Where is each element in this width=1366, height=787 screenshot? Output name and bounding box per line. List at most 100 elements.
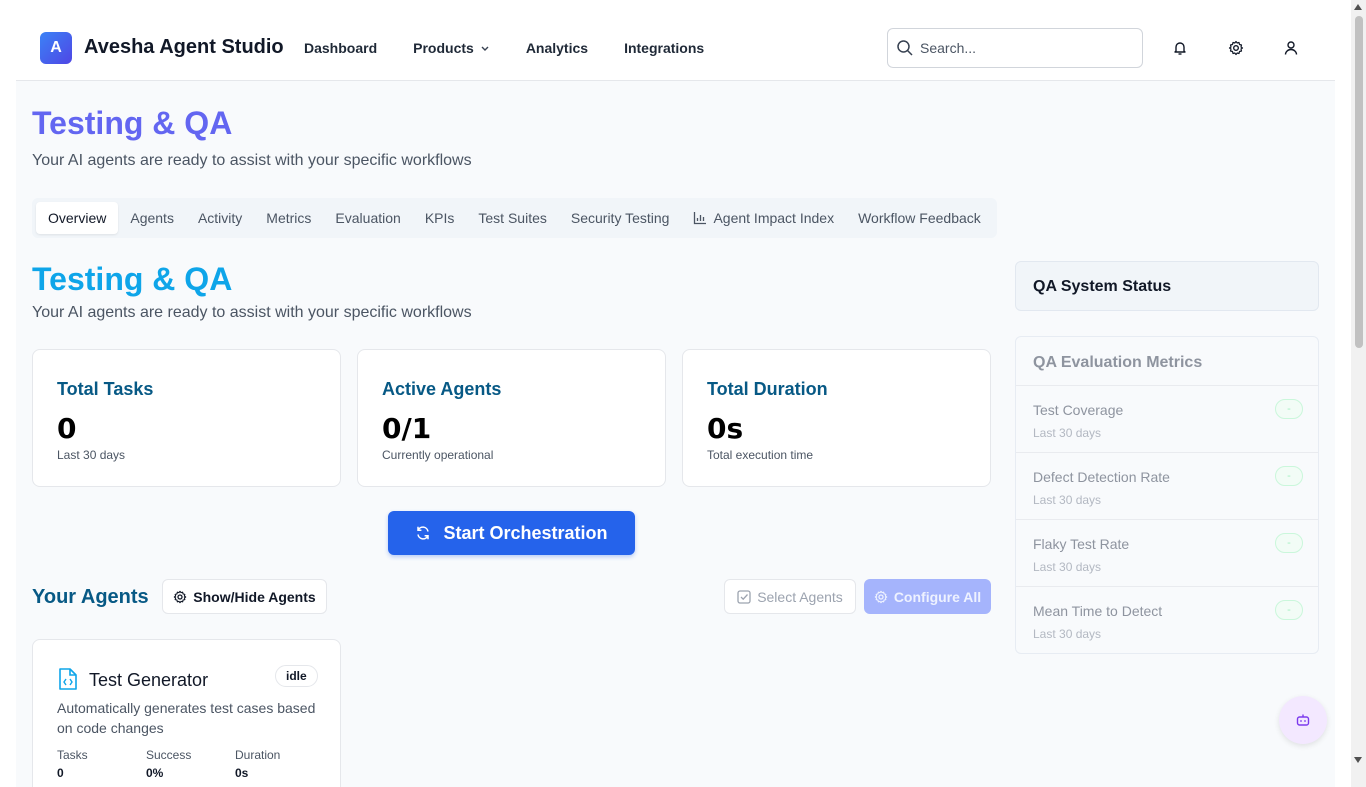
stat-note: Total execution time [707,448,814,462]
agent-metric-label: Duration [235,748,281,762]
agent-card-test-generator[interactable]: Test Generator idle Automatically genera… [32,639,341,787]
stat-value: 0s [707,412,744,445]
metric-row: Test Coverage Last 30 days - [1016,385,1318,452]
refresh-icon [417,526,430,540]
metric-period: Last 30 days [1033,560,1102,574]
metric-value-pill: - [1275,399,1303,419]
metric-name: Mean Time to Detect [1033,603,1163,619]
tab-agents[interactable]: Agents [118,202,186,234]
metric-name: Flaky Test Rate [1033,536,1130,552]
select-agents-label: Select Agents [757,588,843,605]
metric-row: Flaky Test Rate Last 30 days - [1016,519,1318,586]
checkbox-icon [737,589,751,604]
tab-metrics[interactable]: Metrics [254,202,323,234]
top-navbar: A Avesha Agent Studio Dashboard Products… [16,16,1335,81]
page-title: Testing & QA [32,105,233,141]
tab-agent-impact-index[interactable]: Agent Impact Index [681,202,846,234]
nav-analytics[interactable]: Analytics [526,40,588,56]
metric-period: Last 30 days [1033,426,1102,440]
nav-dashboard-label: Dashboard [304,40,378,56]
tab-label: Security Testing [570,210,670,226]
section-title: Testing & QA [32,261,233,297]
nav-analytics-label: Analytics [525,40,589,56]
tab-label: Agent Impact Index [713,210,835,226]
brand-name[interactable]: Avesha Agent Studio [84,36,284,59]
tab-label: Metrics [266,210,312,226]
vertical-scrollbar[interactable] [1351,0,1366,787]
stat-value: 0/1 [382,412,432,445]
gear-icon [174,590,187,603]
page-subtitle: Your AI agents are ready to assist with … [32,152,472,169]
logo-icon[interactable]: A [40,32,72,64]
metric-row: Mean Time to Detect Last 30 days - [1016,586,1318,653]
user-button[interactable] [1281,38,1301,58]
bar-chart-icon [694,212,707,225]
start-orchestration-button[interactable]: Start Orchestration [388,511,635,555]
tab-security-testing[interactable]: Security Testing [559,202,682,234]
search-box[interactable] [887,28,1143,68]
notification-button[interactable] [1170,38,1190,58]
status-card-title: QA System Status [1033,278,1172,295]
search-input[interactable] [920,40,1120,56]
scrollbar-thumb[interactable] [1355,16,1363,348]
agent-metric-value: 0% [146,766,164,780]
metric-period: Last 30 days [1033,493,1102,507]
file-code-icon [59,668,77,690]
metric-value-pill: - [1275,600,1303,620]
agent-metric-label: Tasks [57,748,88,762]
metric-value-pill: - [1275,466,1303,486]
tab-label: Test Suites [478,210,547,226]
main-nav: Dashboard Products Analytics Integration… [304,40,704,56]
agent-metric-value: 0 [57,766,64,780]
stat-card-active-agents: Active Agents 0/1 Currently operational [357,349,666,487]
metrics-card-title: QA Evaluation Metrics [1033,354,1203,371]
stat-card-total-tasks: Total Tasks 0 Last 30 days [32,349,341,487]
tab-label: KPIs [424,210,455,226]
tab-label: Agents [130,210,174,226]
stat-label: Active Agents [382,379,502,399]
stat-label: Total Duration [707,379,828,399]
agent-name: Test Generator [89,670,209,690]
nav-integrations[interactable]: Integrations [624,40,704,56]
tab-label: Overview [48,210,107,226]
metric-name: Defect Detection Rate [1033,469,1170,485]
configure-all-label: Configure All [893,588,982,605]
tab-label: Evaluation [335,210,401,226]
tab-label: Activity [197,210,243,226]
agent-description: Automatically generates test cases based… [57,700,316,736]
tab-evaluation[interactable]: Evaluation [323,202,412,234]
nav-dashboard[interactable]: Dashboard [304,40,377,56]
section-subtitle: Your AI agents are ready to assist with … [32,304,472,321]
scroll-up-arrow-icon[interactable] [1354,4,1362,10]
tab-kpis[interactable]: KPIs [413,202,467,234]
show-hide-label: Show/Hide Agents [193,588,316,605]
select-agents-button[interactable]: Select Agents [724,579,856,614]
chevron-down-icon [481,46,489,51]
configure-all-button[interactable]: Configure All [864,579,991,614]
agent-metric-label: Success [146,748,192,762]
tab-overview[interactable]: Overview [36,202,119,234]
stat-note: Last 30 days [57,448,126,462]
nav-integrations-label: Integrations [624,40,705,56]
tab-activity[interactable]: Activity [186,202,254,234]
metric-period: Last 30 days [1033,627,1102,641]
settings-button[interactable] [1226,38,1246,58]
gear-icon [1228,40,1244,56]
start-orchestration-label: Start Orchestration [443,522,608,543]
status-badge: idle [275,665,318,687]
bell-icon [1174,42,1186,55]
tab-workflow-feedback[interactable]: Workflow Feedback [846,202,993,234]
qa-evaluation-metrics-card: QA Evaluation Metrics Test Coverage Last… [1015,336,1319,654]
nav-products-label: Products [413,40,474,56]
stat-note: Currently operational [382,448,494,462]
nav-products[interactable]: Products [413,40,490,56]
search-icon [897,40,913,56]
assistant-bot-button[interactable] [1279,696,1327,744]
qa-system-status-card[interactable]: QA System Status [1015,261,1319,311]
scroll-down-arrow-icon[interactable] [1354,757,1362,763]
agents-section-title: Your Agents [32,586,149,608]
metric-row: Defect Detection Rate Last 30 days - [1016,452,1318,519]
tab-label: Workflow Feedback [858,210,981,226]
tab-test-suites[interactable]: Test Suites [466,202,558,234]
show-hide-agents-button[interactable]: Show/Hide Agents [162,579,327,614]
